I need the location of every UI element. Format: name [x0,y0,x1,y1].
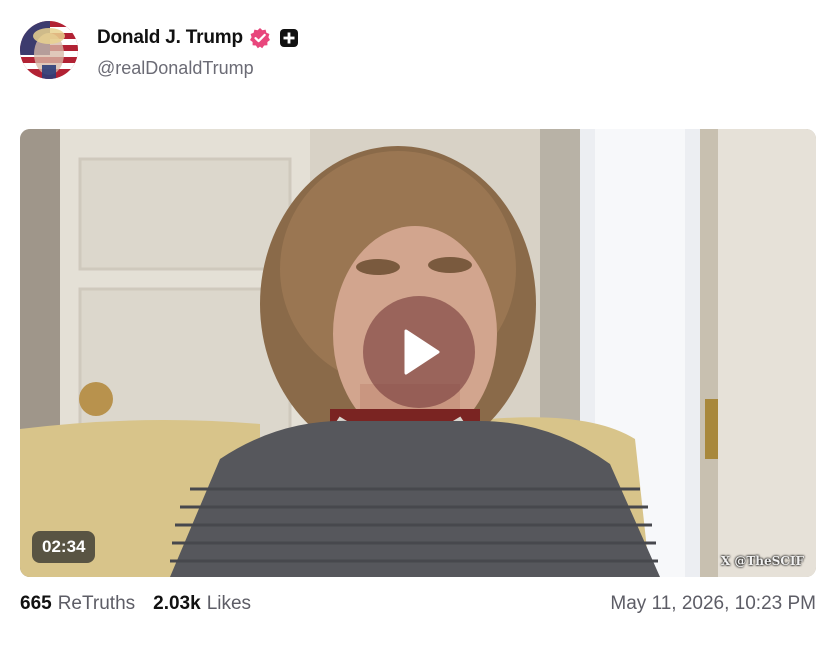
author-name-row: Donald J. Trump [97,25,299,51]
play-icon [404,329,440,375]
retruths-count: 665 [20,593,52,614]
play-button[interactable] [363,296,475,408]
plus-square-icon [279,28,299,48]
avatar-image [20,21,78,79]
video-watermark: X @TheSCIF [720,554,804,568]
video-player[interactable]: 02:34 X @TheSCIF [20,129,816,577]
video-duration: 02:34 [32,531,96,563]
verified-badge-icon [249,27,271,49]
retruths-stat[interactable]: 665 ReTruths [20,593,135,615]
post-timestamp[interactable]: May 11, 2026, 10:23 PM [610,593,816,615]
likes-stat[interactable]: 2.03k Likes [153,593,251,615]
author-handle[interactable]: @realDonaldTrump [97,58,254,79]
avatar[interactable] [20,21,78,79]
retruths-label: ReTruths [57,593,136,614]
likes-count: 2.03k [153,593,201,614]
author-display-name[interactable]: Donald J. Trump [97,27,243,49]
likes-label: Likes [206,593,252,614]
post-stats: 665 ReTruths 2.03k Likes [20,593,251,619]
